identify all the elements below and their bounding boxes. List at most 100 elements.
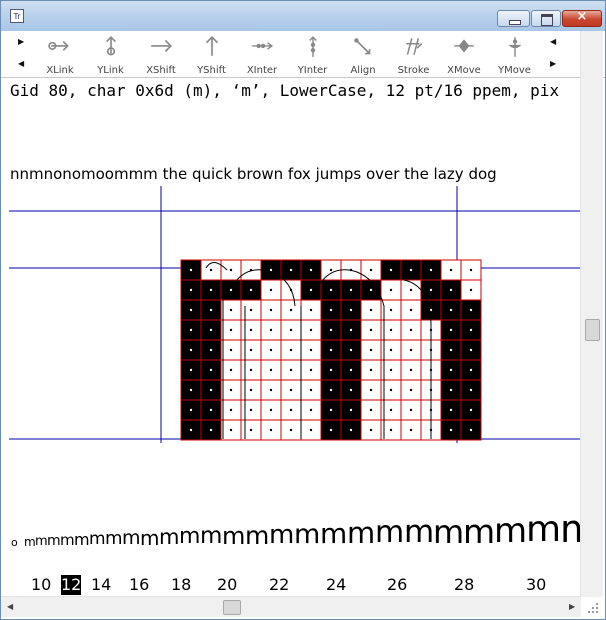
tool-label: XShift <box>146 65 176 76</box>
waterfall-glyph: m <box>200 523 223 549</box>
pixel-center-dot <box>369 368 373 372</box>
pixel-center-dot <box>229 268 233 272</box>
pixel-center-dot <box>469 288 473 292</box>
vertical-scroll-thumb[interactable] <box>585 319 600 341</box>
tool-yshift[interactable]: YShift <box>186 33 238 76</box>
pixel-center-dot <box>329 388 333 392</box>
pixel-center-dot <box>309 308 313 312</box>
pixel-center-dot <box>469 388 473 392</box>
pixel-center-dot <box>369 288 373 292</box>
waterfall-glyph: m <box>60 531 75 549</box>
pixel-center-dot <box>229 408 233 412</box>
pixel-center-dot <box>209 288 213 292</box>
pixel-center-dot <box>349 408 353 412</box>
tool-ymove[interactable]: YMove <box>489 33 541 76</box>
pixel-center-dot <box>349 348 353 352</box>
pixel-center-dot <box>189 308 193 312</box>
pixel-center-dot <box>289 428 293 432</box>
pixel-center-dot <box>369 348 373 352</box>
pixel-center-dot <box>189 328 193 332</box>
waterfall-glyph: m <box>140 526 160 550</box>
tool-xinter[interactable]: XInter <box>236 33 288 76</box>
size-waterfall: ommmmmmmmmmmmmmmmmmmmmmmmmmm <box>1 501 581 561</box>
pixel-center-dot <box>229 428 233 432</box>
pixel-center-dot <box>189 408 193 412</box>
tool-yinter[interactable]: YInter <box>287 33 339 76</box>
waterfall-glyph: m <box>320 517 348 550</box>
size-label-selected[interactable]: 12 <box>61 575 82 595</box>
size-label[interactable]: 20 <box>217 575 237 595</box>
pixel-center-dot <box>449 428 453 432</box>
pixel-center-dot <box>329 428 333 432</box>
align-icon <box>354 38 371 55</box>
pixel-center-dot <box>409 288 413 292</box>
pixel-center-dot <box>389 268 393 272</box>
glyph-grid-view[interactable] <box>1 186 581 446</box>
tool-label: YMove <box>498 65 531 76</box>
tool-ylink[interactable]: YLink <box>85 33 137 76</box>
size-label[interactable]: 18 <box>171 575 191 595</box>
size-label[interactable]: 14 <box>91 575 111 595</box>
tool-xshift[interactable]: XShift <box>135 33 187 76</box>
pixel-center-dot <box>229 368 233 372</box>
pixel-center-dot <box>249 388 253 392</box>
size-label[interactable]: 10 <box>31 575 51 595</box>
size-label[interactable]: 28 <box>454 575 474 595</box>
pixel-center-dot <box>269 328 273 332</box>
ylink-icon <box>105 36 116 56</box>
tool-xmove[interactable]: XMove <box>438 33 490 76</box>
toolbar-scroll-right-icon[interactable]: ◀ <box>550 37 556 46</box>
pixel-center-dot <box>349 428 353 432</box>
close-button[interactable]: × <box>562 9 602 27</box>
horizontal-scrollbar[interactable]: ◀ ▶ <box>1 596 581 617</box>
pixel-center-dot <box>389 308 393 312</box>
scroll-right-icon[interactable]: ▶ <box>569 602 575 611</box>
waterfall-glyph: m <box>179 524 201 549</box>
scroll-left-icon[interactable]: ◀ <box>7 602 13 611</box>
pixel-center-dot <box>329 328 333 332</box>
pixel-center-dot <box>229 388 233 392</box>
maximize-button[interactable] <box>531 10 561 27</box>
vertical-scrollbar[interactable] <box>580 31 603 597</box>
toolbar-scroll-left-icon[interactable]: ▶ <box>550 59 556 68</box>
pixel-center-dot <box>289 348 293 352</box>
pixel-center-dot <box>189 368 193 372</box>
size-label[interactable]: 22 <box>269 575 289 595</box>
pixel-center-dot <box>469 348 473 352</box>
toolbar-scroll-down-icon[interactable]: ◀ <box>18 59 24 68</box>
pixel-center-dot <box>409 388 413 392</box>
size-label[interactable]: 16 <box>129 575 149 595</box>
pixel-center-dot <box>209 428 213 432</box>
pixel-center-dot <box>289 308 293 312</box>
pixel-center-dot <box>349 388 353 392</box>
pixel-center-dot <box>469 368 473 372</box>
horizontal-scroll-thumb[interactable] <box>223 600 241 615</box>
pixel-center-dot <box>429 268 433 272</box>
pixel-center-dot <box>309 268 313 272</box>
toolbar-scroll-up-icon[interactable]: ▶ <box>18 37 24 46</box>
tool-stroke[interactable]: Stroke <box>388 33 440 76</box>
pixel-center-dot <box>449 308 453 312</box>
pixel-center-dot <box>309 408 313 412</box>
pixel-center-dot <box>409 408 413 412</box>
pixel-center-dot <box>369 268 373 272</box>
title-bar[interactable]: Tr × <box>1 1 605 31</box>
waterfall-glyph: m <box>294 519 321 550</box>
pixel-center-dot <box>409 268 413 272</box>
size-label[interactable]: 26 <box>387 575 407 595</box>
pixel-center-dot <box>469 268 473 272</box>
minimize-button[interactable] <box>497 10 530 27</box>
size-label[interactable]: 30 <box>526 575 546 595</box>
resize-grip-icon[interactable] <box>584 599 600 615</box>
tool-xlink[interactable]: XLink <box>34 33 86 76</box>
size-label[interactable]: 24 <box>326 575 346 595</box>
pixel-center-dot <box>449 408 453 412</box>
pixel-center-dot <box>209 408 213 412</box>
pixel-center-dot <box>329 408 333 412</box>
pixel-center-dot <box>329 368 333 372</box>
pixel-center-dot <box>349 328 353 332</box>
waterfall-glyph: m <box>269 520 295 550</box>
pixel-center-dot <box>189 288 193 292</box>
tool-align[interactable]: Align <box>337 33 389 76</box>
pixel-center-dot <box>389 388 393 392</box>
